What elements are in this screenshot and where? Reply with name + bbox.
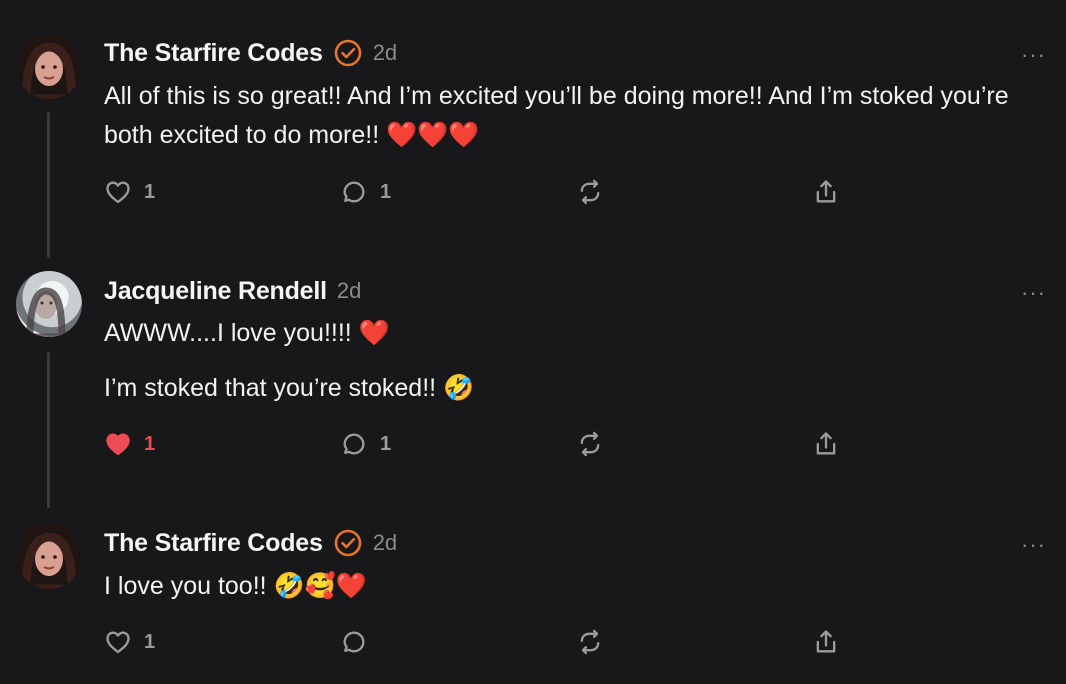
author-name[interactable]: The Starfire Codes: [104, 529, 323, 558]
post-header: Jacqueline Rendell 2d: [104, 276, 361, 306]
post-header: The Starfire Codes 2d: [104, 38, 397, 68]
heart-icon: [106, 181, 130, 204]
author-name[interactable]: The Starfire Codes: [104, 39, 323, 68]
comment-button[interactable]: [340, 626, 380, 658]
post-paragraph: All of this is so great!! And I’m excite…: [104, 82, 1009, 149]
share-icon: [816, 180, 836, 203]
post-paragraph: I’m stoked that you’re stoked!! 🤣: [104, 374, 475, 402]
post-text: AWWW....I love you!!!! ❤️ I’m stoked tha…: [104, 314, 1034, 408]
restack-icon: [580, 431, 600, 457]
restack-button[interactable]: [576, 626, 604, 658]
share-icon: [816, 432, 836, 455]
share-button[interactable]: [812, 176, 840, 208]
restack-icon: [580, 179, 600, 205]
heart-icon: [106, 433, 130, 456]
author-name[interactable]: Jacqueline Rendell: [104, 277, 327, 306]
share-button[interactable]: [812, 626, 840, 658]
avatar[interactable]: [16, 523, 82, 589]
more-icon[interactable]: ···: [1021, 44, 1046, 66]
comment-count: 1: [380, 180, 392, 203]
avatar[interactable]: [16, 33, 82, 99]
post-header: The Starfire Codes 2d: [104, 528, 397, 558]
restack-button[interactable]: [576, 176, 604, 208]
share-button[interactable]: [812, 428, 840, 460]
comment-count: 1: [380, 432, 392, 455]
like-count: 1: [144, 180, 156, 203]
comment-post: The Starfire Codes 2d ··· All of this is…: [0, 0, 1066, 240]
comment-icon: [343, 433, 365, 455]
post-text: I love you too!! 🤣🥰❤️: [104, 567, 1034, 606]
restack-button[interactable]: [576, 428, 604, 460]
thread-line: [47, 352, 50, 508]
like-button[interactable]: 1: [104, 626, 155, 658]
post-paragraph: AWWW....I love you!!!! ❤️: [104, 319, 390, 347]
like-button[interactable]: 1: [104, 428, 155, 460]
timestamp: 2d: [336, 278, 362, 303]
timestamp: 2d: [372, 530, 398, 555]
comment-icon: [343, 631, 365, 653]
verified-icon: [333, 38, 363, 68]
comment-post: The Starfire Codes 2d ··· I love you too…: [0, 0, 1066, 655]
comment-button[interactable]: 1: [340, 176, 391, 208]
like-count: 1: [144, 432, 156, 455]
heart-icon: [106, 631, 130, 654]
restack-icon: [580, 629, 600, 655]
timestamp: 2d: [372, 40, 398, 65]
share-icon: [816, 630, 836, 653]
like-button[interactable]: 1: [104, 176, 155, 208]
verified-icon: [333, 528, 363, 558]
comment-icon: [343, 181, 365, 203]
avatar[interactable]: [16, 271, 82, 337]
more-icon[interactable]: ···: [1021, 282, 1046, 304]
post-text: All of this is so great!! And I’m excite…: [104, 77, 1034, 155]
comment-button[interactable]: 1: [340, 428, 391, 460]
more-icon[interactable]: ···: [1021, 534, 1046, 556]
post-paragraph: I love you too!! 🤣🥰❤️: [104, 572, 367, 600]
like-count: 1: [144, 630, 156, 653]
